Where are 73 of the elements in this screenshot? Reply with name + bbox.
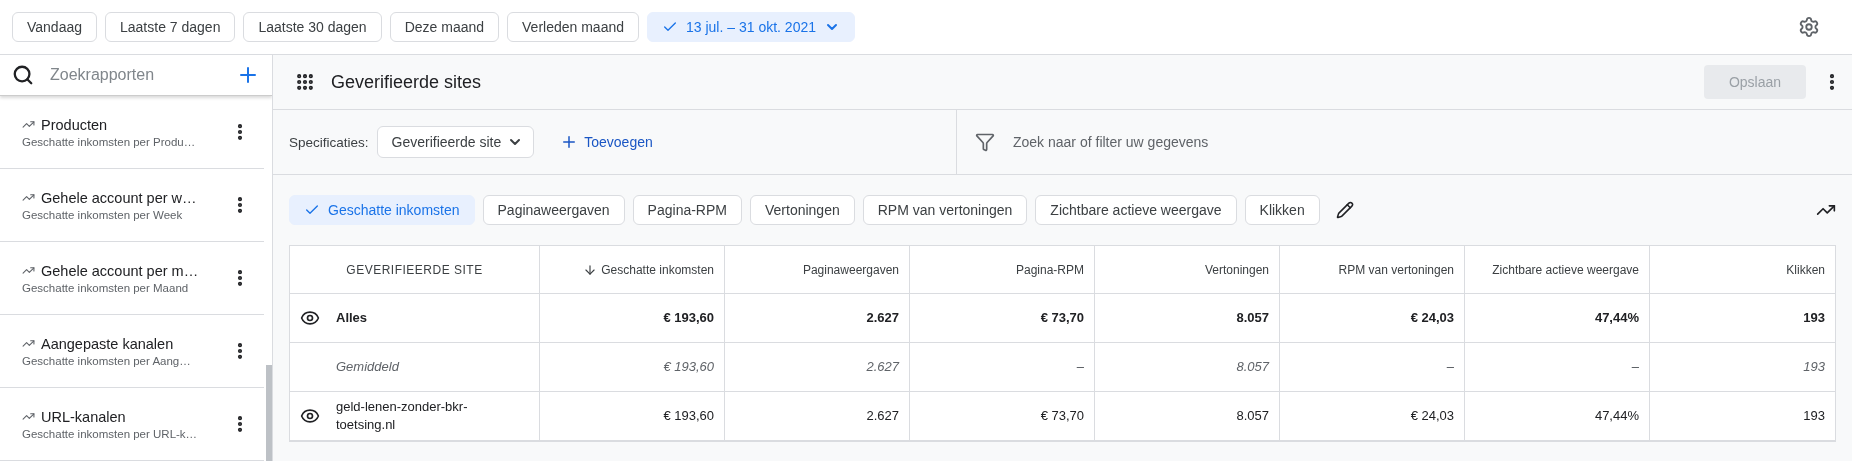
table-cell: 193 — [1650, 294, 1835, 343]
table-cell: – — [910, 343, 1095, 392]
report-title[interactable]: Aangepaste kanalen — [22, 335, 230, 352]
trend-icon — [22, 264, 35, 277]
report-subtitle: Geschatte inkomsten per URL-k… — [22, 427, 199, 440]
search-icon[interactable] — [12, 64, 34, 86]
table-cell: 8.057 — [1095, 343, 1280, 392]
table-cell: € 193,60 — [540, 294, 725, 343]
date-range-chip[interactable]: Vandaag — [12, 12, 97, 42]
table-cell: – — [1465, 343, 1650, 392]
report-title[interactable]: URL-kanalen — [22, 408, 230, 425]
add-button[interactable]: Toevoegen — [554, 132, 659, 152]
column-header[interactable]: GEVERIFIEERDE SITE — [290, 246, 540, 294]
filter-icon[interactable] — [975, 132, 995, 152]
metric-chip[interactable]: Geschatte inkomsten — [289, 195, 475, 225]
report-subtitle: Geschatte inkomsten per Aang… — [22, 354, 192, 367]
column-header[interactable]: RPM van vertoningen — [1280, 246, 1465, 294]
column-header[interactable]: Geschatte inkomsten — [540, 246, 725, 294]
specifications-label: Specificaties: — [289, 134, 369, 150]
date-range-chip[interactable]: Laatste 30 dagen — [243, 12, 382, 42]
table-cell: Alles — [290, 294, 540, 343]
report-title[interactable]: Gehele account per w… — [22, 189, 230, 206]
table-cell: 8.057 — [1095, 294, 1280, 343]
trend-icon — [22, 118, 35, 131]
table-cell: € 73,70 — [910, 294, 1095, 343]
table-cell: 8.057 — [1095, 392, 1280, 441]
eye-icon[interactable] — [300, 308, 320, 328]
column-header[interactable]: Vertoningen — [1095, 246, 1280, 294]
trend-icon — [22, 337, 35, 350]
report-title[interactable]: Producten — [22, 116, 230, 133]
metric-chip[interactable]: RPM van vertoningen — [862, 195, 1028, 225]
metric-chip[interactable]: Zichtbare actieve weergave — [1035, 195, 1237, 225]
report-subtitle: Geschatte inkomsten per Week — [22, 208, 184, 221]
column-header[interactable]: Pagina-RPM — [910, 246, 1095, 294]
table-cell: 2.627 — [725, 294, 910, 343]
table-cell: 193 — [1650, 343, 1835, 392]
table-cell: € 73,70 — [910, 392, 1095, 441]
table-cell: geld-lenen-zonder-bkr-toetsing.nl — [290, 392, 540, 441]
table-cell: 2.627 — [725, 392, 910, 441]
dimension-dropdown[interactable]: Geverifieerde site — [376, 126, 535, 158]
edit-icon[interactable] — [1335, 201, 1354, 219]
table-cell: € 193,60 — [540, 343, 725, 392]
table-cell: 193 — [1650, 392, 1835, 441]
date-range-chip[interactable]: Laatste 7 dagen — [105, 12, 236, 42]
metric-chip[interactable]: Vertoningen — [750, 195, 855, 225]
column-header[interactable]: Klikken — [1650, 246, 1835, 294]
eye-icon[interactable] — [300, 406, 320, 426]
table-cell: 47,44% — [1465, 294, 1650, 343]
settings-icon[interactable] — [1798, 16, 1820, 38]
report-subtitle: Geschatte inkomsten per Maand — [22, 281, 190, 294]
metric-chip[interactable]: Pagina-RPM — [632, 195, 742, 225]
apps-icon[interactable] — [295, 72, 315, 92]
table-cell: 47,44% — [1465, 392, 1650, 441]
table-cell: – — [1280, 343, 1465, 392]
report-title: Geverifieerde sites — [331, 71, 483, 93]
metric-chip[interactable]: Klikken — [1244, 195, 1320, 225]
report-subtitle: Geschatte inkomsten per Produ… — [22, 135, 197, 148]
table-cell: € 24,03 — [1280, 392, 1465, 441]
date-range-chip[interactable]: Deze maand — [389, 12, 500, 42]
trend-icon — [22, 410, 35, 423]
scrollbar[interactable] — [266, 365, 272, 461]
column-header[interactable]: Paginaweergaven — [725, 246, 910, 294]
table-cell: € 24,03 — [1280, 294, 1465, 343]
column-header[interactable]: Zichtbare actieve weergave — [1465, 246, 1650, 294]
trend-icon — [22, 191, 35, 204]
table-cell: € 193,60 — [540, 392, 725, 441]
metric-chip[interactable]: Paginaweergaven — [482, 195, 625, 225]
date-range-chip[interactable]: 13 jul. – 31 okt. 2021 — [647, 12, 855, 42]
date-range-chip[interactable]: Verleden maand — [507, 12, 639, 42]
table-cell: Gemiddeld — [290, 343, 540, 392]
table-cell: 2.627 — [725, 343, 910, 392]
filter-field[interactable]: Zoek naar of filter uw gegevens — [1011, 133, 1852, 151]
report-title[interactable]: Gehele account per m… — [22, 262, 230, 279]
